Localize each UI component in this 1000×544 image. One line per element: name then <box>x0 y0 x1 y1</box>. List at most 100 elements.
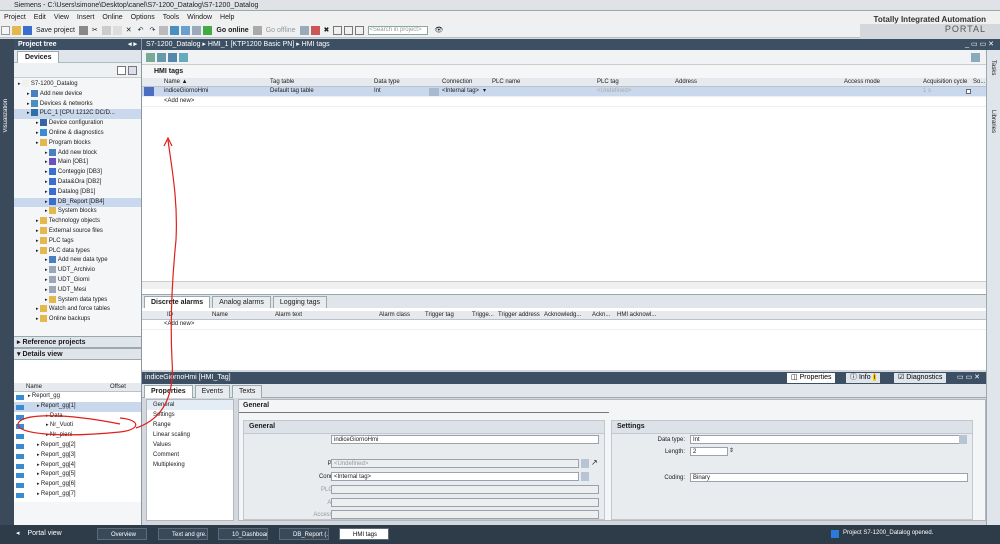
tags-scrollbar[interactable] <box>142 281 986 289</box>
connection-dropdown-icon[interactable]: ▾ <box>483 87 486 96</box>
goto-icon[interactable]: ↗ <box>591 458 598 467</box>
undo-icon[interactable]: ↶ <box>135 24 147 38</box>
tree-item[interactable]: ▸ Devices & networks <box>14 99 141 110</box>
menu-item-options[interactable]: Options <box>127 11 159 24</box>
length-spinner-icon[interactable]: ⇕ <box>729 447 734 454</box>
tree-item[interactable]: ▸ Datalog [DB1] <box>14 187 141 198</box>
export-icon[interactable] <box>168 52 177 62</box>
column-header[interactable]: Data type <box>374 78 400 87</box>
menu-item-online[interactable]: Online <box>98 11 126 24</box>
column-header[interactable]: PLC name <box>492 78 520 87</box>
cell-tag-table[interactable]: Default tag table <box>270 87 314 96</box>
tree-item[interactable]: ▸ Main [OB1] <box>14 158 141 168</box>
details-item[interactable]: ▸ Report_gg[2] <box>14 441 141 451</box>
access-field[interactable] <box>331 510 599 519</box>
import-icon[interactable] <box>157 52 166 62</box>
search-input[interactable]: <Search in project> <box>368 26 429 35</box>
go-offline-icon[interactable] <box>252 26 262 35</box>
tree-item[interactable]: ▸ Add new data type <box>14 256 141 266</box>
tasks-tab[interactable]: Tasks <box>990 60 996 75</box>
compile-icon[interactable] <box>159 26 169 35</box>
datatype-picker-icon[interactable] <box>959 435 967 444</box>
details-item[interactable]: ▸ Report_gg[1] <box>14 401 141 412</box>
menu-item-view[interactable]: View <box>50 11 73 24</box>
menu-item-tools[interactable]: Tools <box>159 11 183 24</box>
refresh-icon[interactable] <box>179 52 188 62</box>
open-project-icon[interactable] <box>12 26 21 35</box>
delete-icon[interactable]: ✕ <box>123 24 135 38</box>
tree-item[interactable]: ▸ PLC tags <box>14 236 141 247</box>
plctag-picker-icon[interactable] <box>581 459 589 468</box>
details-col-offset[interactable]: Offset <box>110 383 126 392</box>
nav-settings[interactable]: Settings <box>147 410 233 420</box>
menu-item-insert[interactable]: Insert <box>73 11 99 24</box>
tree-item[interactable]: ▸ Data&Ora [DB2] <box>14 177 141 188</box>
tab-diagnostics-inspector[interactable]: ☑ Diagnostics <box>894 373 947 383</box>
tree-item[interactable]: ▸ System blocks <box>14 207 141 217</box>
split-vertical-icon[interactable] <box>344 26 354 35</box>
tree-item[interactable]: ▸ Conteggio [DB3] <box>14 168 141 178</box>
tab-texts[interactable]: Texts <box>232 385 263 398</box>
column-header[interactable]: Acknowledg... <box>544 311 581 320</box>
coding-field[interactable]: Binary <box>690 473 968 482</box>
tree-item[interactable]: ▸ External source files <box>14 226 141 237</box>
column-header[interactable]: Acquisition cycle <box>923 78 967 87</box>
add-new-alarm[interactable]: <Add new> <box>164 320 194 329</box>
table-row[interactable]: indiceGiornoHmi Default tag table Int <I… <box>142 87 986 97</box>
details-item[interactable]: ▸ Nr_Vuoti <box>14 421 141 431</box>
column-header[interactable]: Access mode <box>844 78 880 87</box>
grid-view-icon[interactable] <box>128 66 137 75</box>
tree-item[interactable]: ▸ Add new block <box>14 148 141 159</box>
column-header[interactable]: Ackn... <box>592 311 610 320</box>
simulation-icon[interactable] <box>192 26 202 35</box>
column-header[interactable]: Alarm text <box>275 311 302 320</box>
table-row-add[interactable]: <Add new> <box>142 97 986 107</box>
save-project-button[interactable]: Save project <box>33 24 78 38</box>
nav-general[interactable]: General <box>147 400 233 410</box>
tag-table-icon[interactable] <box>971 52 980 62</box>
stop-cpu-icon[interactable] <box>310 26 320 35</box>
go-online-button[interactable]: Go online <box>213 24 251 38</box>
tree-item[interactable]: ▸ PLC data types <box>14 246 141 257</box>
download-icon[interactable] <box>170 26 180 35</box>
copy-icon[interactable] <box>101 26 111 35</box>
name-field[interactable]: indiceGiornoHmi <box>331 435 599 444</box>
menu-item-edit[interactable]: Edit <box>30 11 50 24</box>
column-header[interactable]: HMI acknowl... <box>617 311 656 320</box>
details-view-header[interactable]: ▾ Details view <box>14 348 141 360</box>
cut-icon[interactable]: ✂ <box>89 24 101 38</box>
redo-icon[interactable]: ↷ <box>147 24 159 38</box>
view-icon[interactable] <box>117 66 126 75</box>
tree-item[interactable]: ▸ Technology objects <box>14 217 141 227</box>
paste-icon[interactable] <box>112 26 122 35</box>
add-tag-icon[interactable] <box>146 52 155 62</box>
menu-item-help[interactable]: Help <box>216 11 238 24</box>
connection-field[interactable]: <Internal tag> <box>331 472 579 481</box>
details-item[interactable]: ▸ Report_gg[5] <box>14 470 141 480</box>
libraries-tab[interactable]: Libraries <box>990 110 996 133</box>
binoculars-icon[interactable]: 👁 <box>431 24 446 38</box>
column-header[interactable]: Tag table <box>270 78 294 87</box>
save-icon[interactable] <box>23 26 32 35</box>
address-field[interactable] <box>331 498 599 507</box>
tree-item[interactable]: ▸ UDT_Archivio <box>14 266 141 276</box>
cell-acq-cycle[interactable]: 1 s <box>923 87 931 96</box>
column-header[interactable]: Alarm class <box>379 311 410 320</box>
split-horizontal-icon[interactable] <box>333 26 343 35</box>
tree-item[interactable]: ▸ DB_Report [DB4] <box>14 197 141 208</box>
cell-plc-tag[interactable]: <Undefined> <box>597 87 631 96</box>
accessible-devices-icon[interactable] <box>299 26 309 35</box>
cross-ref-icon[interactable]: ✖ <box>321 24 333 38</box>
maximize-icon[interactable] <box>355 26 365 35</box>
details-item[interactable]: ▸ Report_gg <box>14 392 141 402</box>
tree-item[interactable]: ▸ PLC_1 [CPU 1212C DC/D... <box>14 109 141 120</box>
tree-item[interactable]: ▸ Program blocks <box>14 138 141 149</box>
tab-info-inspector[interactable]: ⓘ Info i <box>846 373 881 383</box>
column-header[interactable]: Trigger tag <box>425 311 454 320</box>
window-controls[interactable]: _ ▭ ▭ ✕ <box>965 39 994 50</box>
length-field[interactable]: 2 <box>690 447 728 456</box>
details-item[interactable]: ▸ Report_gg[4] <box>14 461 141 471</box>
datatype-field[interactable]: Int <box>690 435 960 444</box>
plctag-field[interactable]: <Undefined> <box>331 459 579 468</box>
portal-view-button[interactable]: ◂ Portal view <box>16 529 62 537</box>
